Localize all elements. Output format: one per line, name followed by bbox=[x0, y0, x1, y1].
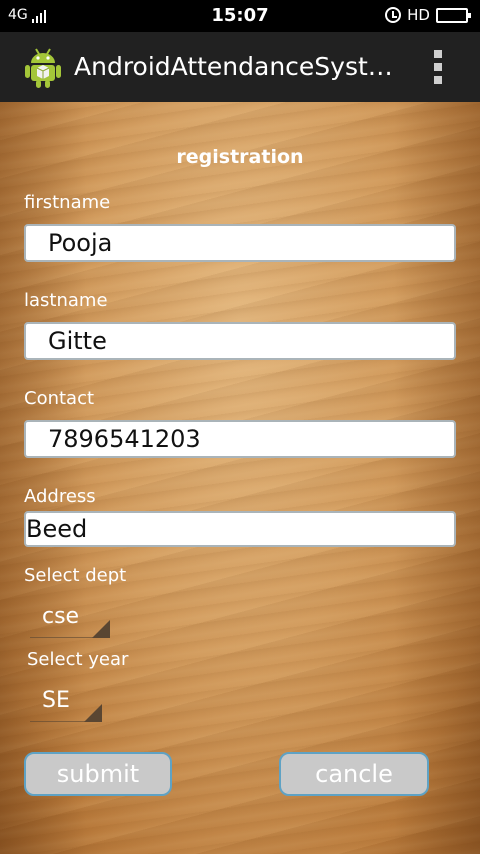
address-label: Address bbox=[24, 486, 96, 507]
dropdown-arrow-icon bbox=[92, 620, 110, 638]
hd-indicator: HD bbox=[407, 6, 430, 24]
android-icon bbox=[25, 48, 61, 88]
action-bar: AndroidAttendanceSyst… bbox=[0, 32, 480, 102]
alarm-icon bbox=[385, 7, 402, 23]
lastname-field[interactable]: Gitte bbox=[24, 322, 456, 360]
submit-button[interactable]: submit bbox=[24, 752, 172, 796]
dept-spinner[interactable]: cse bbox=[30, 600, 110, 638]
cancel-button[interactable]: cancle bbox=[279, 752, 429, 796]
year-label: Select year bbox=[27, 649, 129, 670]
status-bar: 4G 15:07 HD bbox=[0, 0, 480, 32]
dept-label: Select dept bbox=[24, 565, 127, 586]
address-field[interactable]: Beed bbox=[24, 511, 456, 547]
registration-form: registration firstname Pooja lastname Gi… bbox=[0, 102, 480, 854]
dropdown-arrow-icon bbox=[84, 704, 102, 722]
overflow-menu-icon[interactable] bbox=[431, 50, 445, 84]
battery-icon bbox=[436, 7, 471, 23]
firstname-label: firstname bbox=[24, 192, 111, 213]
lastname-label: lastname bbox=[24, 290, 108, 311]
year-spinner[interactable]: SE bbox=[30, 684, 102, 722]
status-icons: HD bbox=[385, 6, 471, 24]
app-title: AndroidAttendanceSyst… bbox=[74, 52, 393, 81]
dept-selected: cse bbox=[42, 604, 80, 629]
contact-label: Contact bbox=[24, 388, 95, 409]
page-title: registration bbox=[176, 146, 304, 168]
year-selected: SE bbox=[42, 688, 70, 713]
contact-field[interactable]: 7896541203 bbox=[24, 420, 456, 458]
firstname-field[interactable]: Pooja bbox=[24, 224, 456, 262]
